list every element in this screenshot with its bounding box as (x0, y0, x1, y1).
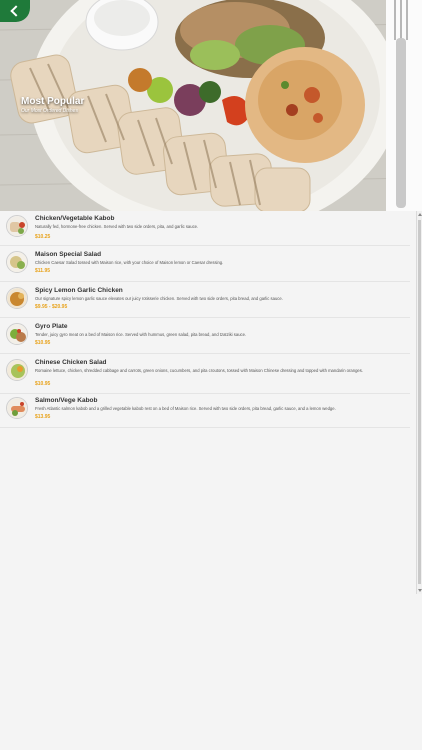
scroll-down-arrow-icon[interactable] (418, 589, 422, 592)
dish-price: $10.25 (35, 234, 51, 240)
empty-area (0, 594, 422, 750)
menu-item[interactable]: Chicken/Vegetable Kabob Naturally fed, h… (0, 211, 410, 246)
dish-description: Romaine lettuce, chicken, shredded cabba… (35, 368, 363, 373)
dish-thumbnail (6, 397, 28, 419)
dish-description: Our signature spicy lemon garlic sauce e… (35, 296, 283, 301)
scroll-up-arrow-icon[interactable] (418, 213, 422, 216)
dish-thumbnail (6, 287, 28, 309)
menu-list: Chicken/Vegetable Kabob Naturally fed, h… (0, 211, 416, 594)
menu-item[interactable]: Maison Special Salad Chicken Caesar Sala… (0, 247, 410, 282)
dish-name: Chinese Chicken Salad (35, 359, 107, 366)
dish-thumbnail (6, 359, 28, 381)
hero-banner: Most Popular Our Most Ordered Dishes (0, 0, 422, 211)
menu-item[interactable]: Chinese Chicken Salad Romaine lettuce, c… (0, 355, 410, 394)
dish-price: $13.95 (35, 414, 51, 420)
dish-name: Chicken/Vegetable Kabob (35, 215, 115, 222)
chevron-left-icon (10, 5, 22, 17)
menu-item[interactable]: Salmon/Vege Kabob Fresh Atlantic salmon … (0, 393, 410, 428)
scroll-thumb[interactable] (418, 220, 421, 584)
dish-thumbnail (6, 323, 28, 345)
dish-name: Gyro Plate (35, 323, 68, 330)
dish-description: Naturally fed, hormone-free chicken. Ser… (35, 224, 199, 229)
dish-price: $9.95 - $20.95 (35, 304, 68, 310)
list-scrollbar[interactable] (416, 211, 422, 594)
dish-price: $10.95 (35, 381, 51, 387)
dish-name: Maison Special Salad (35, 251, 102, 258)
dish-name: Spicy Lemon Garlic Chicken (35, 287, 123, 294)
dish-name: Salmon/Vege Kabob (35, 397, 98, 404)
dish-description: Tender, juicy gyro meat on a bed of Mais… (35, 332, 247, 337)
page-title: Most Popular (21, 96, 85, 107)
dish-price: $10.95 (35, 340, 51, 346)
menu-item[interactable]: Gyro Plate Tender, juicy gyro meat on a … (0, 319, 410, 354)
dish-description: Chicken Caesar Salad tossed with Maison … (35, 260, 224, 265)
page-subtitle: Our Most Ordered Dishes (21, 108, 78, 114)
dish-thumbnail (6, 251, 28, 273)
dish-price: $11.95 (35, 268, 51, 274)
menu-item[interactable]: Spicy Lemon Garlic Chicken Our signature… (0, 283, 410, 318)
dish-thumbnail (6, 215, 28, 237)
dish-description: Fresh Atlantic salmon kabob and a grille… (35, 406, 336, 411)
